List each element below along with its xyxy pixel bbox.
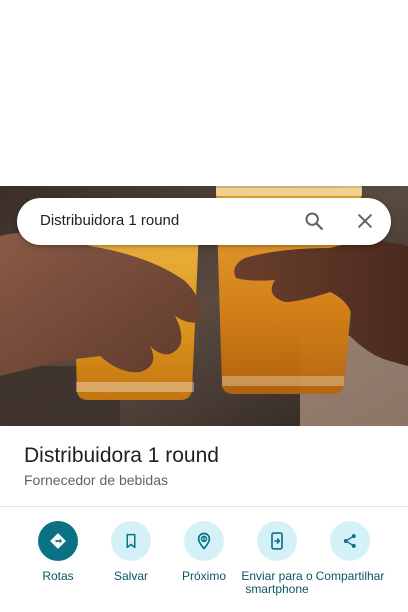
search-bar[interactable]: Distribuidora 1 round: [17, 198, 391, 245]
directions-button[interactable]: Rotas: [18, 521, 98, 583]
send-to-phone-label: Enviar para o smartphone: [241, 569, 313, 596]
send-to-phone-icon: [271, 532, 283, 550]
send-to-phone-button[interactable]: Enviar para o smartphone: [237, 521, 317, 596]
bookmark-icon: [126, 533, 136, 549]
directions-button-circle[interactable]: [38, 521, 78, 561]
nearby-button-circle[interactable]: [184, 521, 224, 561]
send-to-phone-button-circle[interactable]: [257, 521, 297, 561]
nearby-button[interactable]: Próximo: [164, 521, 244, 583]
directions-label: Rotas: [42, 569, 74, 583]
save-button-circle[interactable]: [111, 521, 151, 561]
place-title: Distribuidora 1 round: [24, 444, 219, 467]
nearby-label: Próximo: [181, 569, 226, 583]
share-icon: [343, 534, 356, 548]
search-icon[interactable]: [303, 210, 325, 232]
share-button-circle[interactable]: [330, 521, 370, 561]
share-button[interactable]: Compartilhar: [310, 521, 390, 583]
nearby-icon: [197, 532, 211, 550]
search-query-text[interactable]: Distribuidora 1 round: [40, 212, 179, 229]
save-label: Salvar: [113, 569, 148, 583]
place-card-page: Distribuidora 1 round Distribuidora 1 ro…: [0, 0, 408, 612]
divider: [0, 506, 408, 507]
place-category: Fornecedor de bebidas: [24, 472, 168, 488]
close-icon[interactable]: [355, 211, 375, 231]
share-label: Compartilhar: [315, 569, 385, 583]
save-button[interactable]: Salvar: [91, 521, 171, 583]
directions-icon: [50, 533, 66, 549]
